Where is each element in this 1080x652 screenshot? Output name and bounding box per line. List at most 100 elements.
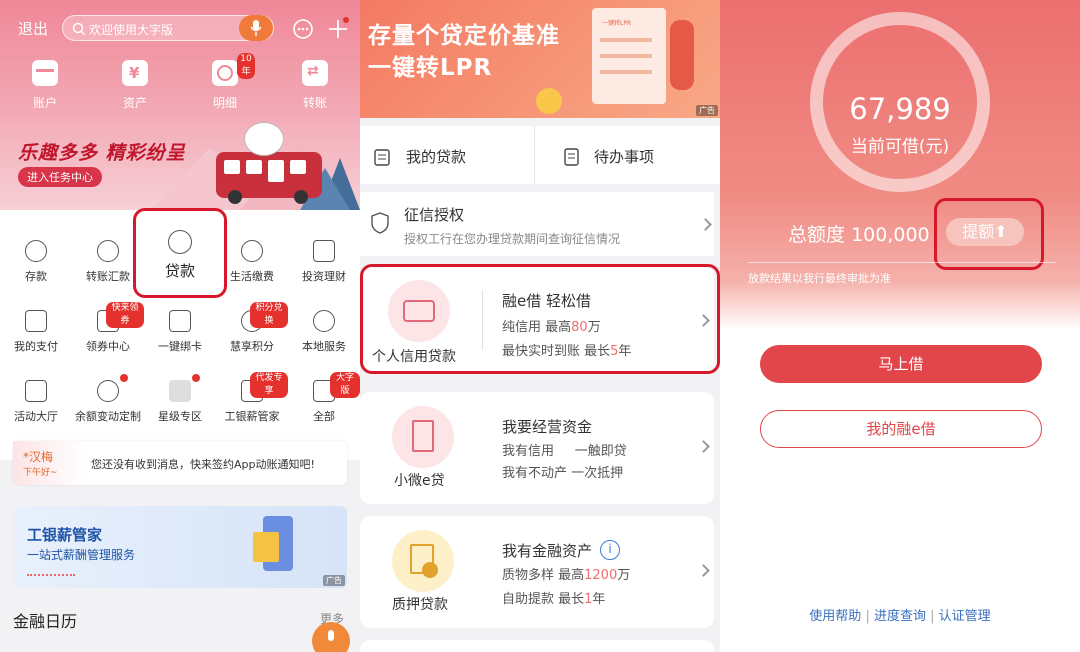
quick-assets[interactable]: ¥ 资产 (105, 60, 165, 111)
my-loans-label: 我的贷款 (406, 148, 467, 166)
exit-button[interactable]: 退出 (18, 18, 48, 39)
my-rongejie-button[interactable]: 我的融e借 (760, 410, 1042, 448)
notice-bar[interactable]: *汉梅 下午好~ 您还没有收到消息，快来签约App动账通知吧! (13, 441, 347, 485)
water-drop-icon (241, 240, 263, 262)
ad-tag: 广告 (696, 105, 718, 116)
coin-illustration (536, 88, 562, 114)
grid-item-star[interactable]: 星级专区 (144, 374, 216, 424)
banner-line2: 一键转LPR (368, 55, 493, 81)
grid-item-local[interactable]: 本地服务 (288, 310, 360, 354)
chevron-right-icon (699, 218, 712, 231)
grid-item-salary[interactable]: 代发专享工银薪管家 (216, 372, 288, 424)
grid-item-balance[interactable]: 余额变动定制 (72, 374, 144, 424)
grid-item-deposit[interactable]: 存款 (0, 240, 72, 284)
pledge-title: 我有金融资产 (502, 542, 593, 560)
mic-icon (328, 630, 334, 641)
plus-icon[interactable] (326, 16, 350, 40)
ad-tag: 广告 (323, 575, 345, 586)
grid-item-bind-card[interactable]: 一键绑卡 (144, 310, 216, 354)
clock-icon (212, 60, 238, 86)
available-amount: 67,989 (849, 92, 951, 126)
credit-authorization-row[interactable]: 征信授权 授权工行在您办理贷款期间查询征信情况 (360, 192, 714, 256)
lpr-banner[interactable]: 存量个贷定价基准 一键转LPR 一键转LPR 广告 (360, 0, 720, 118)
ad-subtitle: 一站式薪酬管理服务 (27, 548, 136, 562)
grid-label: 活动大厅 (14, 410, 58, 423)
divider (748, 262, 1056, 263)
search-bar[interactable]: 欢迎使用大字版 (62, 15, 274, 41)
yen-exchange-icon (97, 240, 119, 262)
carousel-dots (27, 574, 75, 577)
salary-badge: 代发专享 (250, 372, 288, 398)
grid-item-activity[interactable]: 活动大厅 (0, 380, 72, 424)
voice-float-button[interactable] (312, 622, 350, 652)
auth-link[interactable]: 认证管理 (939, 609, 991, 624)
quick-label: 转账 (302, 96, 327, 110)
raise-limit-highlight-box (934, 198, 1044, 270)
separator: | (865, 609, 870, 624)
loan-tabs: 我的贷款 待办事项 (360, 126, 720, 184)
quick-details[interactable]: 10年 明细 (195, 53, 255, 111)
home-header: 退出 欢迎使用大字版 账户 ¥ 资产 10年 明细 ⇄ 转账 乐趣多多 精彩纷呈… (0, 0, 360, 210)
my-loans-tab[interactable]: 我的贷款 (374, 146, 534, 168)
credit-desc: 授权工行在您办理贷款期间查询征信情况 (404, 232, 621, 246)
piggy-bank-icon (25, 240, 47, 262)
grid-label: 工银薪管家 (224, 410, 280, 423)
quick-label: 资产 (122, 96, 147, 110)
voice-button[interactable] (239, 15, 273, 41)
quick-account[interactable]: 账户 (15, 60, 75, 111)
micro-line2: 我有不动产 一次抵押 (502, 466, 624, 481)
clipboard-icon (374, 149, 390, 166)
help-link[interactable]: 使用帮助 (809, 609, 861, 624)
details-badge: 10年 (237, 53, 255, 79)
person-illustration (670, 20, 694, 90)
bus-illustration (216, 152, 322, 204)
pledge-line1: 质物多样 最高1200万 (502, 568, 631, 583)
grid-item-all[interactable]: 大字版 全部 (288, 372, 360, 424)
grid-item-payment[interactable]: 我的支付 (0, 310, 72, 354)
todo-tab[interactable]: 待办事项 (564, 146, 714, 168)
checklist-illustration: 一键转LPR (592, 8, 666, 104)
grid-label: 生活缴费 (230, 270, 274, 283)
micro-loan-card[interactable]: 小微e贷 我要经营资金 我有信用 一触即贷 我有不动产 一次抵押 (360, 392, 714, 504)
grid-label: 存款 (25, 270, 47, 283)
quick-label: 账户 (32, 96, 57, 110)
next-loan-card[interactable] (360, 640, 714, 652)
task-banner[interactable]: 乐趣多多 精彩纷呈 进入任务中心 (0, 118, 360, 210)
grid-item-coupon[interactable]: 快来领券 领券中心 (72, 302, 144, 354)
todo-label: 待办事项 (594, 148, 655, 166)
red-dot (120, 374, 128, 382)
task-center-button[interactable]: 进入任务中心 (18, 167, 102, 187)
progress-link[interactable]: 进度查询 (874, 609, 926, 624)
credit-title: 征信授权 (404, 206, 465, 224)
star-icon (169, 380, 191, 402)
rongejie-panel: 67,989 当前可借(元) 总额度 100,000 提额⬆ 放款结果以我行最终… (720, 0, 1080, 652)
grid-label: 全部 (313, 410, 335, 423)
pledge-line2: 自助提款 最长1年 (502, 592, 606, 607)
info-icon[interactable]: i (600, 540, 620, 560)
footer-links: 使用帮助 | 进度查询 | 认证管理 (720, 605, 1080, 624)
borrow-now-button[interactable]: 马上借 (760, 345, 1042, 383)
grid-item-invest[interactable]: 投资理财 (288, 240, 360, 284)
grid-item-points[interactable]: 积分兑换 慧享积分 (216, 302, 288, 354)
payment-icon (25, 310, 47, 332)
salary-ad-card[interactable]: 工银薪管家 一站式薪酬管理服务 广告 (13, 506, 347, 588)
chevron-right-icon (697, 564, 710, 577)
greeting: 下午好~ (23, 468, 58, 478)
pledge-document-icon (392, 530, 454, 592)
total-value: 100,000 (851, 224, 930, 246)
micro-line1: 我有信用 一触即贷 (502, 444, 627, 459)
search-placeholder: 欢迎使用大字版 (89, 23, 174, 37)
red-dot (192, 374, 200, 382)
message-icon[interactable] (292, 18, 314, 40)
grid-label: 本地服务 (302, 340, 346, 353)
elephant-mascot (244, 122, 284, 156)
pledge-loan-card[interactable]: 质押贷款 我有金融资产 i 质物多样 最高1200万 自助提款 最长1年 (360, 516, 714, 628)
loan-highlight-box (133, 208, 227, 298)
doc-label: 一键转LPR (602, 20, 632, 27)
quick-transfer[interactable]: ⇄ 转账 (285, 60, 345, 111)
grid-label: 领券中心 (86, 340, 130, 353)
balance-icon (97, 380, 119, 402)
pledge-loan-name: 质押贷款 (392, 597, 448, 613)
mic-icon (250, 20, 262, 36)
home-panel: 退出 欢迎使用大字版 账户 ¥ 资产 10年 明细 ⇄ 转账 乐趣多多 精彩纷呈… (0, 0, 360, 652)
